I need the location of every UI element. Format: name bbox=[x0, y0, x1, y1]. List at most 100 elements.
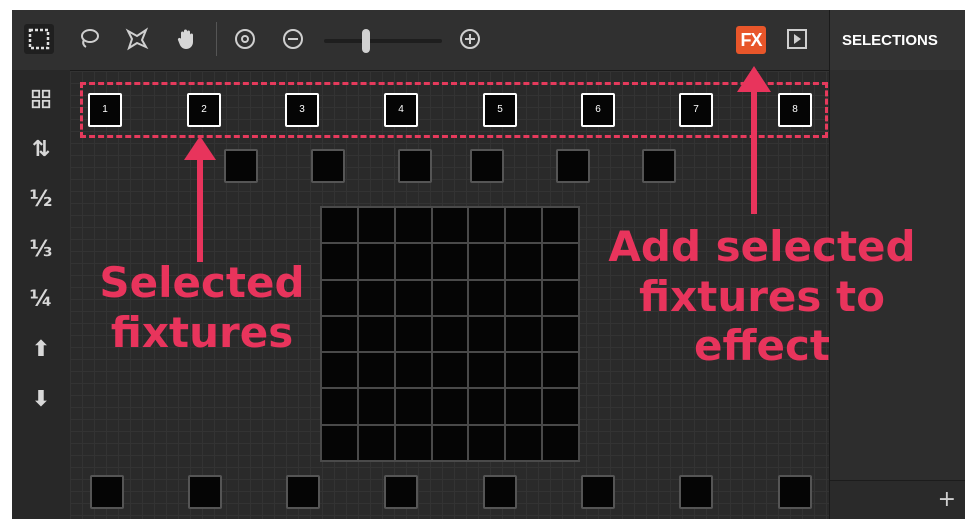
fixture[interactable] bbox=[642, 149, 676, 183]
matrix-cell[interactable] bbox=[543, 280, 578, 315]
matrix-cell[interactable] bbox=[395, 425, 431, 460]
matrix-cell[interactable] bbox=[322, 244, 357, 279]
panel-title: SELECTIONS bbox=[830, 10, 965, 70]
matrix-cell[interactable] bbox=[395, 353, 431, 388]
matrix-cell[interactable] bbox=[432, 353, 468, 388]
matrix-cell[interactable] bbox=[543, 353, 578, 388]
matrix-cell[interactable] bbox=[469, 353, 505, 388]
matrix-cell[interactable] bbox=[395, 244, 431, 279]
matrix-cell[interactable] bbox=[543, 244, 578, 279]
matrix-cell[interactable] bbox=[543, 425, 578, 460]
lasso-icon[interactable] bbox=[74, 24, 104, 54]
fixture-number: 7 bbox=[693, 104, 699, 115]
fixture-number: 3 bbox=[299, 104, 305, 115]
fixture[interactable] bbox=[311, 149, 345, 183]
matrix-cell[interactable] bbox=[358, 280, 394, 315]
matrix-cell[interactable] bbox=[543, 389, 578, 424]
zoom-out-icon[interactable] bbox=[278, 24, 308, 54]
matrix-cell[interactable] bbox=[506, 353, 542, 388]
fixture[interactable] bbox=[188, 475, 222, 509]
zoom-slider-track[interactable] bbox=[324, 39, 442, 43]
fixture[interactable] bbox=[286, 475, 320, 509]
matrix-cell[interactable] bbox=[322, 208, 357, 243]
matrix-cell[interactable] bbox=[322, 353, 357, 388]
matrix-cell[interactable] bbox=[543, 316, 578, 352]
fixture[interactable] bbox=[778, 475, 812, 509]
fixture[interactable] bbox=[398, 149, 432, 183]
matrix-cell[interactable] bbox=[432, 389, 468, 424]
matrix-cell[interactable] bbox=[506, 316, 542, 352]
left-toolbar: ⇅ ½ ⅓ ¼ ⬆ ⬇ bbox=[12, 70, 70, 519]
fixture[interactable] bbox=[384, 475, 418, 509]
matrix-cell[interactable] bbox=[469, 389, 505, 424]
fixture-number: 6 bbox=[595, 104, 601, 115]
matrix-cell[interactable] bbox=[358, 353, 394, 388]
matrix-cell[interactable] bbox=[506, 425, 542, 460]
zoom-fit-icon[interactable] bbox=[230, 24, 260, 54]
fixture-7[interactable]: 7 bbox=[679, 93, 713, 127]
toolbar: FX bbox=[12, 10, 829, 71]
matrix-cell[interactable] bbox=[358, 208, 394, 243]
fixture[interactable] bbox=[470, 149, 504, 183]
fixture-6[interactable]: 6 bbox=[581, 93, 615, 127]
arrow-down-icon[interactable]: ⬇ bbox=[22, 382, 60, 416]
matrix-cell[interactable] bbox=[358, 389, 394, 424]
matrix-cell[interactable] bbox=[322, 316, 357, 352]
matrix-cell[interactable] bbox=[395, 208, 431, 243]
fixture-3[interactable]: 3 bbox=[285, 93, 319, 127]
fixture-8[interactable]: 8 bbox=[778, 93, 812, 127]
fixture[interactable] bbox=[483, 475, 517, 509]
matrix-cell[interactable] bbox=[358, 316, 394, 352]
matrix-cell[interactable] bbox=[469, 316, 505, 352]
fixture-2[interactable]: 2 bbox=[187, 93, 221, 127]
fixture-number: 4 bbox=[398, 104, 404, 115]
magic-select-icon[interactable] bbox=[122, 24, 152, 54]
fixture-4[interactable]: 4 bbox=[384, 93, 418, 127]
matrix-cell[interactable] bbox=[395, 280, 431, 315]
matrix-cell[interactable] bbox=[469, 280, 505, 315]
third-icon[interactable]: ⅓ bbox=[22, 232, 60, 266]
matrix-cell[interactable] bbox=[395, 316, 431, 352]
arrow-up-icon[interactable]: ⬆ bbox=[22, 332, 60, 366]
fixture[interactable] bbox=[556, 149, 590, 183]
quarter-icon[interactable]: ¼ bbox=[22, 282, 60, 316]
fixture-5[interactable]: 5 bbox=[483, 93, 517, 127]
fixture[interactable] bbox=[224, 149, 258, 183]
matrix-cell[interactable] bbox=[395, 389, 431, 424]
matrix-cell[interactable] bbox=[506, 280, 542, 315]
play-panel-icon[interactable] bbox=[782, 24, 812, 54]
matrix-cell[interactable] bbox=[432, 208, 468, 243]
matrix-cell[interactable] bbox=[432, 425, 468, 460]
matrix-cell[interactable] bbox=[506, 244, 542, 279]
fixture[interactable] bbox=[90, 475, 124, 509]
matrix-cell[interactable] bbox=[469, 208, 505, 243]
fx-button[interactable]: FX bbox=[736, 26, 766, 54]
fixture-1[interactable]: 1 bbox=[88, 93, 122, 127]
matrix-cell[interactable] bbox=[506, 389, 542, 424]
matrix-cell[interactable] bbox=[322, 425, 357, 460]
fixture-number: 2 bbox=[201, 104, 207, 115]
half-icon[interactable]: ½ bbox=[22, 182, 60, 216]
matrix-cell[interactable] bbox=[358, 244, 394, 279]
zoom-in-icon[interactable] bbox=[455, 24, 485, 54]
zoom-slider-thumb[interactable] bbox=[362, 29, 370, 53]
matrix-cell[interactable] bbox=[322, 389, 357, 424]
grid-icon[interactable] bbox=[22, 82, 60, 116]
swap-order-icon[interactable]: ⇅ bbox=[22, 132, 60, 166]
matrix-cell[interactable] bbox=[469, 425, 505, 460]
rect-select-icon[interactable] bbox=[24, 24, 54, 54]
matrix-cell[interactable] bbox=[358, 425, 394, 460]
matrix-cell[interactable] bbox=[432, 280, 468, 315]
hand-icon[interactable] bbox=[172, 24, 202, 54]
matrix-cell[interactable] bbox=[322, 280, 357, 315]
matrix-cell[interactable] bbox=[506, 208, 542, 243]
matrix-cell[interactable] bbox=[543, 208, 578, 243]
fixture[interactable] bbox=[581, 475, 615, 509]
fixture-number: 1 bbox=[102, 104, 108, 115]
matrix-cell[interactable] bbox=[432, 316, 468, 352]
led-matrix[interactable] bbox=[320, 206, 580, 462]
matrix-cell[interactable] bbox=[432, 244, 468, 279]
matrix-cell[interactable] bbox=[469, 244, 505, 279]
fixture[interactable] bbox=[679, 475, 713, 509]
add-selection-button[interactable]: + bbox=[938, 487, 956, 512]
